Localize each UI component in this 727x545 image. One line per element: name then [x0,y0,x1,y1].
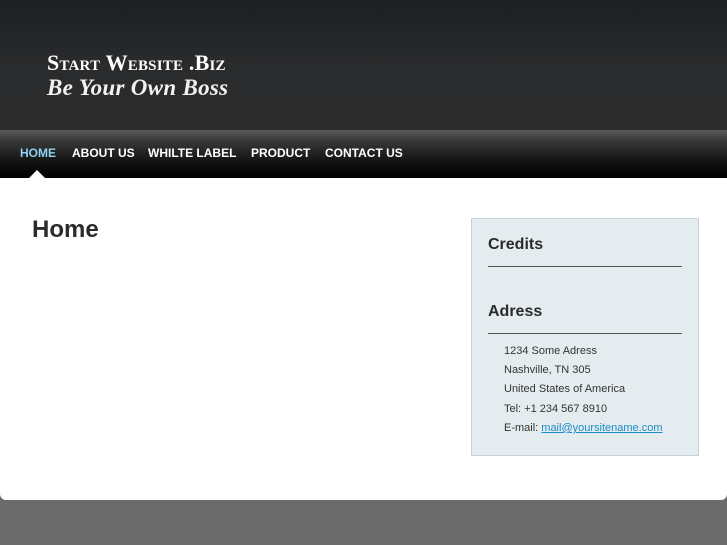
nav-item-product[interactable]: PRODUCT [251,146,310,160]
site-header: Start Website .Biz Be Your Own Boss [0,0,727,130]
address-line-country: United States of America [504,383,626,395]
site-logo-tagline: Be Your Own Boss [47,75,229,100]
address-heading: Adress [488,303,543,320]
address-line-city: Nashville, TN 305 [504,364,591,376]
main-nav: HOME ABOUT US WHILTE LABEL PRODUCT CONTA… [0,130,727,178]
address-divider [488,333,682,334]
page-title: Home [32,216,99,243]
sidebar-box: Credits Adress 1234 Some Adress Nashvill… [471,218,699,456]
email-link[interactable]: mail@yoursitename.com [541,422,662,434]
nav-item-about-us[interactable]: ABOUT US [72,146,135,160]
email-label: E-mail: [504,422,542,434]
nav-item-home[interactable]: HOME [20,146,56,160]
site-logo-title[interactable]: Start Website .Biz [47,50,226,76]
content-area: Home Credits Adress 1234 Some Adress Nas… [0,178,727,500]
credits-heading: Credits [488,236,544,253]
nav-item-white-label[interactable]: WHILTE LABEL [148,146,236,160]
address-phone: Tel: +1 234 567 8910 [504,403,608,415]
address-line-street: 1234 Some Adress [504,345,597,357]
active-nav-pointer [29,170,45,178]
credits-divider [488,266,682,267]
nav-item-contact-us[interactable]: CONTACT US [325,146,403,160]
address-email-row: E-mail: mail@yoursitename.com [504,422,663,434]
